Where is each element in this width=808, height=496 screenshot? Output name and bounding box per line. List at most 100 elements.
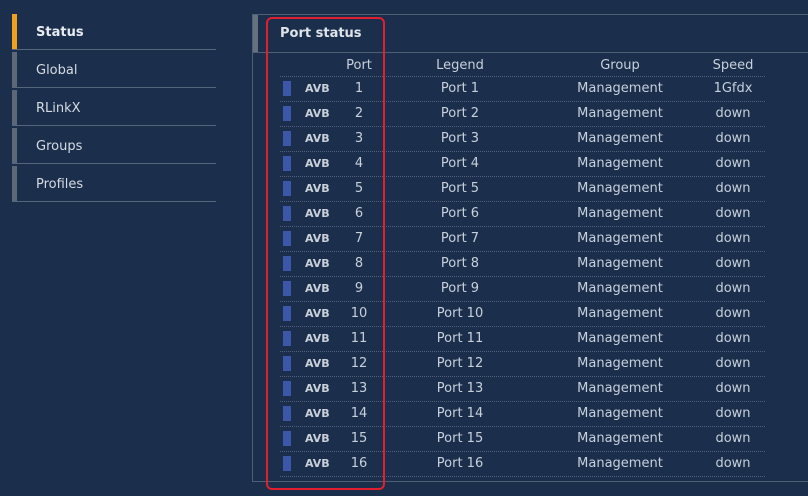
- item-indicator: [12, 90, 17, 125]
- legend-cell: Port 11: [436, 331, 484, 346]
- avb-status-icon: [283, 231, 291, 246]
- avb-status-icon: [283, 106, 291, 121]
- legend-cell: Port 12: [436, 356, 484, 371]
- port-status-panel: Port status Port Legend Group Speed AVB 1…: [252, 14, 808, 482]
- table-row: AVB 9 Port 9 Management down: [280, 277, 765, 302]
- column-header-port: Port: [346, 58, 372, 73]
- table-row: AVB 12 Port 12 Management down: [280, 352, 765, 377]
- sidebar-item-label: Global: [36, 63, 78, 78]
- group-cell: Management: [577, 156, 663, 171]
- sidebar-nav: Status Global RLinkX Groups Profiles: [12, 14, 216, 204]
- legend-cell: Port 10: [436, 306, 484, 321]
- avb-status-icon: [283, 131, 291, 146]
- avb-badge: AVB: [305, 232, 330, 245]
- avb-status-icon: [283, 181, 291, 196]
- group-cell: Management: [577, 306, 663, 321]
- legend-cell: Port 4: [440, 156, 480, 171]
- sidebar-item-label: Groups: [36, 139, 83, 154]
- port-cell: 13: [350, 381, 368, 396]
- sidebar-item-label: Status: [36, 25, 84, 40]
- avb-status-icon: [283, 156, 291, 171]
- avb-status-icon: [283, 431, 291, 446]
- legend-cell: Port 16: [436, 456, 484, 471]
- avb-badge: AVB: [305, 257, 330, 270]
- avb-badge: AVB: [305, 382, 330, 395]
- speed-cell: down: [715, 131, 751, 146]
- legend-cell: Port 7: [440, 231, 480, 246]
- group-cell: Management: [577, 456, 663, 471]
- port-cell: 5: [354, 181, 364, 196]
- header-indicator: [253, 15, 258, 52]
- group-cell: Management: [577, 106, 663, 121]
- group-cell: Management: [577, 181, 663, 196]
- speed-cell: down: [715, 381, 751, 396]
- speed-cell: down: [715, 106, 751, 121]
- group-cell: Management: [577, 206, 663, 221]
- table-header-row: Port Legend Group Speed: [280, 54, 765, 77]
- port-cell: 7: [354, 231, 364, 246]
- port-cell: 2: [354, 106, 364, 121]
- legend-cell: Port 2: [440, 106, 480, 121]
- avb-badge: AVB: [305, 357, 330, 370]
- port-cell: 11: [350, 331, 368, 346]
- port-cell: 3: [354, 131, 364, 146]
- column-header-group: Group: [600, 58, 640, 73]
- avb-status-icon: [283, 331, 291, 346]
- avb-status-icon: [283, 206, 291, 221]
- avb-status-icon: [283, 81, 291, 96]
- column-header-speed: Speed: [712, 58, 754, 73]
- speed-cell: 1Gfdx: [713, 81, 753, 96]
- speed-cell: down: [715, 231, 751, 246]
- table-row: AVB 16 Port 16 Management down: [280, 452, 765, 477]
- avb-badge: AVB: [305, 107, 330, 120]
- speed-cell: down: [715, 431, 751, 446]
- speed-cell: down: [715, 406, 751, 421]
- sidebar-item-groups[interactable]: Groups: [12, 128, 216, 164]
- legend-cell: Port 13: [436, 381, 484, 396]
- avb-badge: AVB: [305, 407, 330, 420]
- speed-cell: down: [715, 181, 751, 196]
- legend-cell: Port 5: [440, 181, 480, 196]
- port-cell: 12: [350, 356, 368, 371]
- avb-badge: AVB: [305, 332, 330, 345]
- port-cell: 9: [354, 281, 364, 296]
- legend-cell: Port 9: [440, 281, 480, 296]
- avb-badge: AVB: [305, 157, 330, 170]
- legend-cell: Port 1: [440, 81, 480, 96]
- sidebar-item-profiles[interactable]: Profiles: [12, 166, 216, 202]
- sidebar-item-status[interactable]: Status: [12, 14, 216, 50]
- legend-cell: Port 8: [440, 256, 480, 271]
- table-row: AVB 1 Port 1 Management 1Gfdx: [280, 77, 765, 102]
- sidebar-item-rlinkx[interactable]: RLinkX: [12, 90, 216, 126]
- group-cell: Management: [577, 331, 663, 346]
- column-header-legend: Legend: [436, 58, 484, 73]
- avb-badge: AVB: [305, 307, 330, 320]
- avb-status-icon: [283, 306, 291, 321]
- panel-header: Port status: [253, 15, 808, 53]
- table-row: AVB 11 Port 11 Management down: [280, 327, 765, 352]
- speed-cell: down: [715, 456, 751, 471]
- table-row: AVB 2 Port 2 Management down: [280, 102, 765, 127]
- table-row: AVB 14 Port 14 Management down: [280, 402, 765, 427]
- legend-cell: Port 3: [440, 131, 480, 146]
- group-cell: Management: [577, 406, 663, 421]
- group-cell: Management: [577, 131, 663, 146]
- avb-status-icon: [283, 406, 291, 421]
- speed-cell: down: [715, 206, 751, 221]
- item-indicator: [12, 128, 17, 163]
- sidebar-item-global[interactable]: Global: [12, 52, 216, 88]
- group-cell: Management: [577, 231, 663, 246]
- speed-cell: down: [715, 331, 751, 346]
- speed-cell: down: [715, 306, 751, 321]
- table-row: AVB 8 Port 8 Management down: [280, 252, 765, 277]
- panel-title: Port status: [280, 26, 362, 41]
- avb-status-icon: [283, 356, 291, 371]
- avb-badge: AVB: [305, 182, 330, 195]
- table-row: AVB 4 Port 4 Management down: [280, 152, 765, 177]
- port-status-table: Port Legend Group Speed AVB 1 Port 1 Manage…: [280, 54, 765, 477]
- speed-cell: down: [715, 156, 751, 171]
- avb-status-icon: [283, 456, 291, 471]
- port-cell: 1: [354, 81, 364, 96]
- table-row: AVB 6 Port 6 Management down: [280, 202, 765, 227]
- group-cell: Management: [577, 431, 663, 446]
